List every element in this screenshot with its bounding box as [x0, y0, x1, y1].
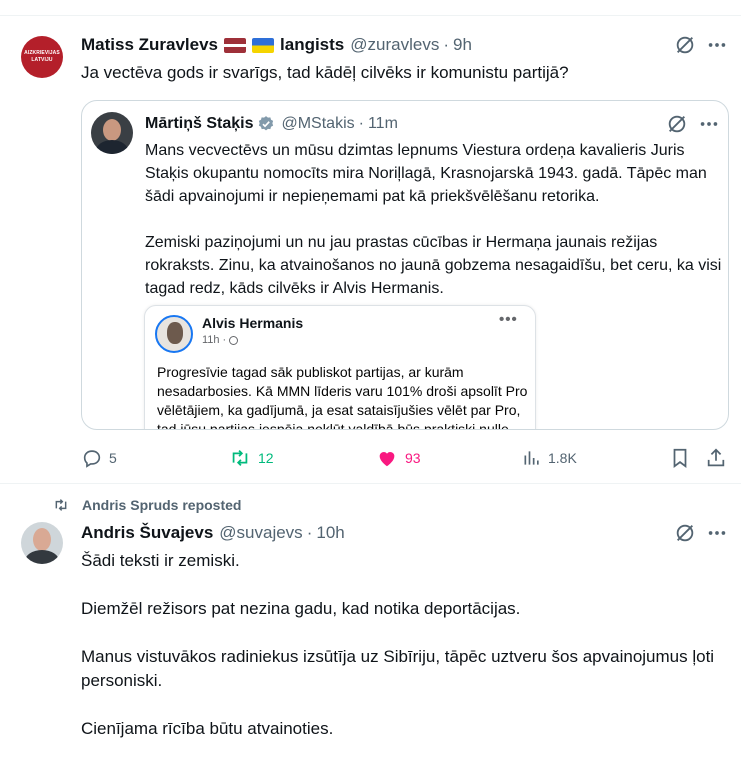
- author-handle[interactable]: @suvajevs: [219, 523, 302, 543]
- repost-indicator[interactable]: Andris Spruds reposted: [52, 497, 241, 513]
- quoted-author-name[interactable]: Mārtiņš Staķis: [145, 115, 253, 133]
- repost-button[interactable]: 12: [228, 444, 274, 472]
- views-button[interactable]: 1.8K: [522, 444, 577, 472]
- quoted-paragraph: Mans vecvectēvs un mūsu dzimtas lepnums …: [145, 142, 707, 205]
- quoted-tweet[interactable]: Mārtiņš Staķis @MStakis · 11m Mans vecve…: [81, 100, 729, 430]
- tweet[interactable]: Andris Spruds reposted Andris Šuvajevs @…: [0, 485, 741, 763]
- tweet-text: Šādi teksti ir zemiski. Diemžēl režisors…: [81, 549, 721, 763]
- facebook-post-meta: 11h ·: [202, 334, 239, 346]
- verified-badge-icon: [259, 116, 274, 131]
- previous-tweet-edge: [0, 0, 741, 16]
- view-count: 1.8K: [548, 450, 577, 466]
- tweet-actions: 5 12 93 1.8K: [81, 444, 729, 472]
- quoted-author-avatar[interactable]: [91, 112, 133, 154]
- globe-icon: [229, 335, 239, 345]
- ukraine-flag-icon: [252, 37, 275, 53]
- like-button[interactable]: 93: [375, 444, 421, 472]
- reply-icon: [83, 450, 101, 468]
- avatar-text-line: LATVIJU: [31, 57, 53, 63]
- timestamp[interactable]: 9h: [453, 35, 472, 55]
- author-avatar[interactable]: AIZKRIEVIJAS LATVIJU: [21, 36, 63, 78]
- quoted-paragraph: Zemiski paziņojumi un nu jau prastas cūc…: [145, 234, 722, 297]
- quoted-tweet-text: Mans vecvectēvs un mūsu dzimtas lepnums …: [145, 139, 723, 323]
- share-icon[interactable]: [705, 447, 727, 469]
- author-handle[interactable]: @zuravlevs: [350, 35, 439, 55]
- author-name[interactable]: Andris Šuvajevs: [81, 523, 213, 543]
- tweet-paragraph: Cienījama rīcība būtu atvainoties.: [81, 719, 334, 738]
- author-name-suffix[interactable]: langists: [280, 35, 344, 55]
- facebook-author-avatar: [155, 315, 193, 353]
- latvia-flag-icon: [224, 37, 247, 53]
- repost-icon: [232, 450, 248, 466]
- tweet-paragraph: Šādi teksti ir zemiski.: [81, 551, 240, 570]
- quoted-author-handle[interactable]: @MStakis: [281, 115, 354, 133]
- tweet-paragraph: Manus vistuvākos radiniekus izsūtīja uz …: [81, 647, 715, 690]
- bookmark-icon[interactable]: [669, 447, 691, 469]
- tweet-paragraph: Diemžēl režisors pat nezina gadu, kad no…: [81, 599, 521, 618]
- reply-button[interactable]: 5: [81, 444, 117, 472]
- tweet-header: Matiss Zuravlevs langists @zuravlevs · 9…: [81, 34, 472, 56]
- heart-icon: [379, 452, 395, 467]
- tweet-header: Andris Šuvajevs @suvajevs · 10h: [81, 522, 345, 544]
- grok-icon[interactable]: [674, 34, 696, 56]
- separator-dot: ·: [443, 35, 449, 54]
- repost-label: Andris Spruds reposted: [82, 497, 242, 513]
- quoted-timestamp[interactable]: 11m: [368, 115, 398, 133]
- more-options-icon[interactable]: [706, 522, 728, 544]
- grok-icon[interactable]: [666, 113, 688, 135]
- author-name[interactable]: Matiss Zuravlevs: [81, 35, 218, 55]
- tweet-text: Ja vectēva gods ir svarīgs, tad kādēļ ci…: [81, 63, 569, 82]
- facebook-author-name: Alvis Hermanis: [202, 315, 304, 331]
- repost-count: 12: [258, 450, 274, 466]
- facebook-post-text: Progresīvie tagad sāk publiskot partijas…: [157, 364, 528, 430]
- avatar-text-line: AIZKRIEVIJAS: [24, 50, 60, 56]
- analytics-icon: [524, 451, 539, 465]
- more-options-icon[interactable]: [706, 34, 728, 56]
- repost-icon: [55, 499, 67, 511]
- quoted-tweet-header: Mārtiņš Staķis @MStakis · 11m: [145, 113, 398, 135]
- facebook-post-time: 11h: [202, 334, 220, 346]
- separator-dot: ·: [306, 523, 313, 542]
- author-avatar[interactable]: [21, 522, 63, 564]
- facebook-more-icon: •••: [499, 311, 518, 328]
- like-count: 93: [405, 450, 421, 466]
- reply-count: 5: [109, 450, 117, 466]
- grok-icon[interactable]: [674, 522, 696, 544]
- timestamp[interactable]: 10h: [316, 523, 344, 543]
- embedded-facebook-post-image[interactable]: Alvis Hermanis 11h · ••• Progresīvie tag…: [144, 305, 536, 430]
- tweet[interactable]: AIZKRIEVIJAS LATVIJU Matiss Zuravlevs la…: [0, 16, 741, 484]
- separator-dot: ·: [358, 115, 364, 132]
- more-options-icon[interactable]: [698, 113, 720, 135]
